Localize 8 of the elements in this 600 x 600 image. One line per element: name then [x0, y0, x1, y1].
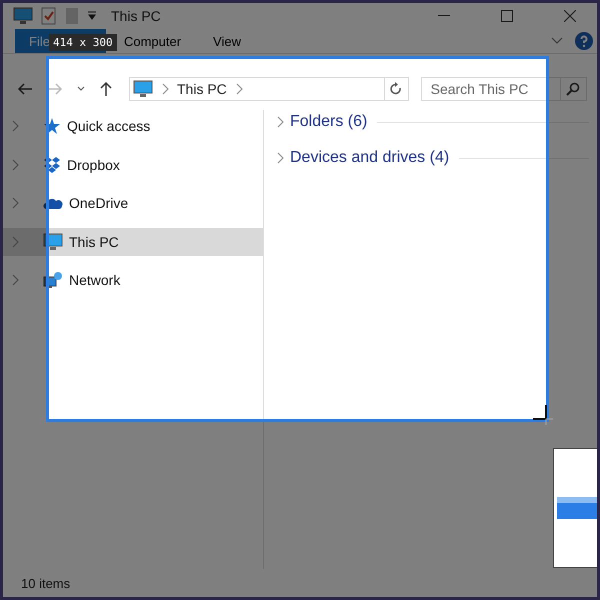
nav-label: Network — [69, 272, 120, 288]
nav-label: Dropbox — [67, 156, 120, 172]
nav-label: This PC — [69, 234, 119, 250]
window-title: This PC — [111, 8, 161, 24]
size-tooltip: 414 x 300 — [49, 34, 117, 51]
nav-label: Quick access — [67, 118, 150, 134]
item-count: 10 items — [21, 576, 70, 590]
nav-label: OneDrive — [69, 195, 128, 211]
